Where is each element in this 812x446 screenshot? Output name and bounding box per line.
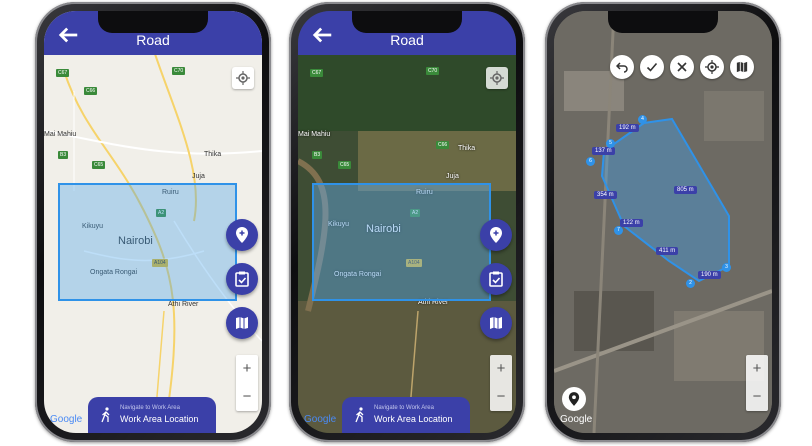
zoom-in-button[interactable]: + (236, 355, 258, 383)
distance-label: 122 m (620, 219, 643, 227)
navigate-panel[interactable]: Navigate to Work Area Work Area Location (342, 397, 470, 433)
place-label: Juja (192, 173, 205, 180)
drop-pin-button[interactable] (562, 387, 586, 411)
google-attribution: Google (560, 414, 593, 425)
checklist-button[interactable] (226, 263, 258, 295)
place-label: Thika (204, 151, 222, 158)
nav-title: Work Area Location (374, 414, 453, 424)
zoom-in-button[interactable]: + (746, 355, 768, 383)
my-location-button[interactable] (700, 55, 724, 79)
zoom-out-button[interactable]: − (746, 383, 768, 411)
road-badge: B3 (312, 151, 323, 159)
cancel-button[interactable] (670, 55, 694, 79)
nav-title: Work Area Location (120, 414, 199, 424)
navigate-panel[interactable]: Navigate to Work Area Work Area Location (88, 397, 216, 433)
crosshair-icon (490, 71, 504, 85)
place-label: Mai Mahiu (44, 131, 77, 138)
map-icon (490, 317, 502, 329)
road-badge: C66 (84, 87, 98, 95)
road-badge: B3 (58, 151, 69, 159)
notch (352, 11, 462, 33)
zoom-out-button[interactable]: − (236, 383, 258, 411)
zoom-control: + − (236, 355, 258, 411)
map-type-button[interactable] (480, 307, 512, 339)
distance-label: 411 m (656, 247, 679, 255)
add-pin-button[interactable] (480, 219, 512, 251)
screen: 192 m 137 m 354 m 805 m 122 m 411 m 190 … (554, 11, 772, 433)
work-area-rectangle[interactable] (312, 183, 491, 301)
crosshair-icon (236, 71, 250, 85)
undo-icon (616, 62, 628, 73)
road-badge: C65 (92, 161, 106, 169)
app-bar-title: Road (390, 32, 424, 48)
close-icon (677, 62, 687, 72)
vertex-marker[interactable]: 4 (638, 115, 647, 124)
nav-subtitle: Navigate to Work Area (374, 405, 434, 411)
location-pin-icon (568, 392, 580, 406)
nav-subtitle: Navigate to Work Area (120, 405, 180, 411)
work-area-rectangle[interactable] (58, 183, 237, 301)
distance-label: 190 m (698, 271, 721, 279)
road-map[interactable]: C67 C70 C66 B3 C65 A2 A104 Mai Mahiu Thi… (44, 11, 262, 433)
road-badge: C66 (436, 141, 450, 149)
clipboard-check-icon (489, 271, 503, 287)
map-icon (236, 317, 248, 329)
satellite-map[interactable]: C67 C70 B3 C65 C66 A2 A104 Mai Mahiu Thi… (298, 11, 516, 433)
add-pin-button[interactable] (226, 219, 258, 251)
google-attribution: Google (50, 414, 83, 425)
screen: C67 C70 C66 B3 C65 A2 A104 Mai Mahiu Thi… (44, 11, 262, 433)
my-location-button[interactable] (232, 67, 254, 89)
google-attribution: Google (304, 414, 337, 425)
distance-label: 192 m (616, 124, 639, 132)
vertex-marker[interactable]: 2 (686, 279, 695, 288)
map-type-button[interactable] (226, 307, 258, 339)
vertex-marker[interactable]: 5 (606, 139, 615, 148)
add-location-icon (236, 227, 248, 243)
distance-label: 805 m (674, 186, 697, 194)
undo-button[interactable] (610, 55, 634, 79)
road-badge: C70 (426, 67, 440, 75)
screen: C67 C70 B3 C65 C66 A2 A104 Mai Mahiu Thi… (298, 11, 516, 433)
notch (98, 11, 208, 33)
app-bar-title: Road (136, 32, 170, 48)
checklist-button[interactable] (480, 263, 512, 295)
road-badge: C70 (172, 67, 186, 75)
road-badge: C67 (310, 69, 324, 77)
distance-label: 354 m (594, 191, 617, 199)
map-type-button[interactable] (730, 55, 754, 79)
crosshair-icon (705, 60, 719, 74)
map-icon (736, 61, 748, 73)
walking-icon (101, 407, 110, 423)
vertex-marker[interactable]: 7 (614, 226, 623, 235)
vertex-marker[interactable]: 6 (586, 157, 595, 166)
notch (608, 11, 718, 33)
road-badge: C65 (338, 161, 352, 169)
walking-icon (355, 407, 364, 423)
phone-road-map: C67 C70 C66 B3 C65 A2 A104 Mai Mahiu Thi… (35, 2, 271, 442)
zoom-control: + − (746, 355, 768, 411)
place-label: Juja (446, 173, 459, 180)
add-location-icon (490, 227, 502, 243)
clipboard-check-icon (235, 271, 249, 287)
road-badge: C67 (56, 69, 70, 77)
zoom-control: + − (490, 355, 512, 411)
place-label: Athi River (168, 301, 199, 308)
check-icon (646, 62, 658, 72)
vertex-marker[interactable]: 3 (722, 263, 731, 272)
zoom-in-button[interactable]: + (490, 355, 512, 383)
confirm-button[interactable] (640, 55, 664, 79)
phone-satellite-map: C67 C70 B3 C65 C66 A2 A104 Mai Mahiu Thi… (289, 2, 525, 442)
zoom-out-button[interactable]: − (490, 383, 512, 411)
place-label: Mai Mahiu (298, 131, 331, 138)
place-label: Thika (458, 145, 476, 152)
distance-label: 137 m (592, 147, 615, 155)
my-location-button[interactable] (486, 67, 508, 89)
phone-area-measure: 192 m 137 m 354 m 805 m 122 m 411 m 190 … (545, 2, 781, 442)
